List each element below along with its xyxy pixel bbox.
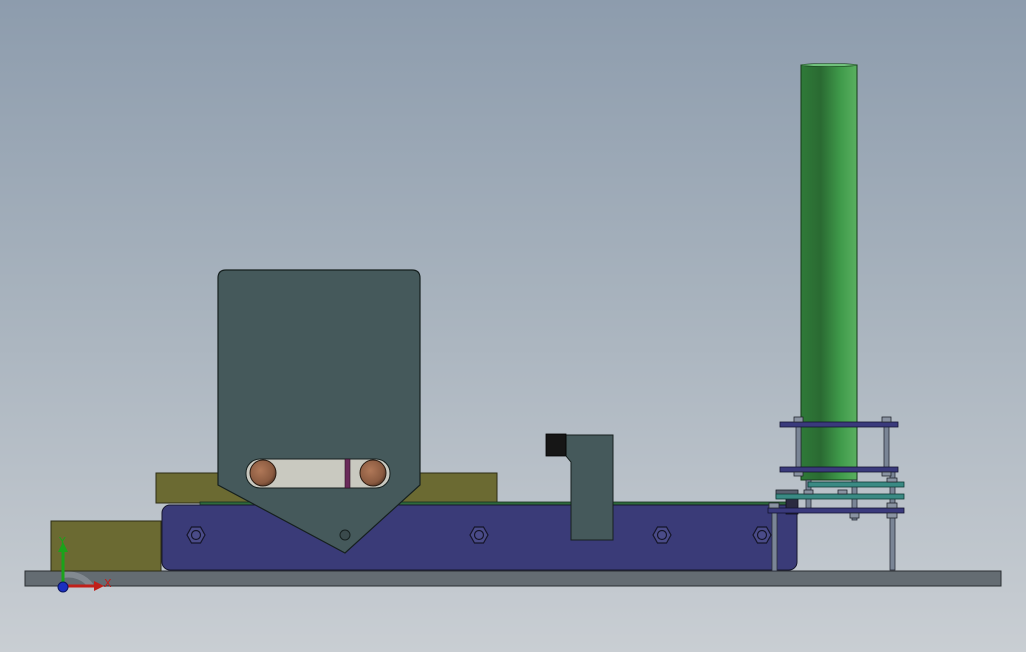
teal-plate-upper[interactable] [807,481,905,488]
mid-clamp-plate[interactable] [779,466,899,473]
sensor-bracket[interactable] [565,434,614,541]
roller-right[interactable] [359,459,387,487]
model-view[interactable]: Y X [0,0,1026,652]
sensor-head[interactable] [545,433,567,457]
z-axis-origin-icon [57,581,69,593]
x-axis-label: X [104,577,112,590]
left-support-block[interactable] [50,520,162,572]
y-axis-label: Y [58,535,66,548]
green-tube[interactable] [800,64,858,481]
base-plate[interactable] [24,570,1002,587]
bottom-clamp-plate[interactable] [767,507,905,514]
tube-top [800,63,858,67]
roller-left[interactable] [249,459,277,487]
top-clamp-plate[interactable] [779,421,899,428]
slot-marker [344,458,351,489]
teal-plate-lower[interactable] [775,493,905,500]
pivot-hole [339,529,351,541]
cad-viewport[interactable]: Y X [0,0,1026,652]
